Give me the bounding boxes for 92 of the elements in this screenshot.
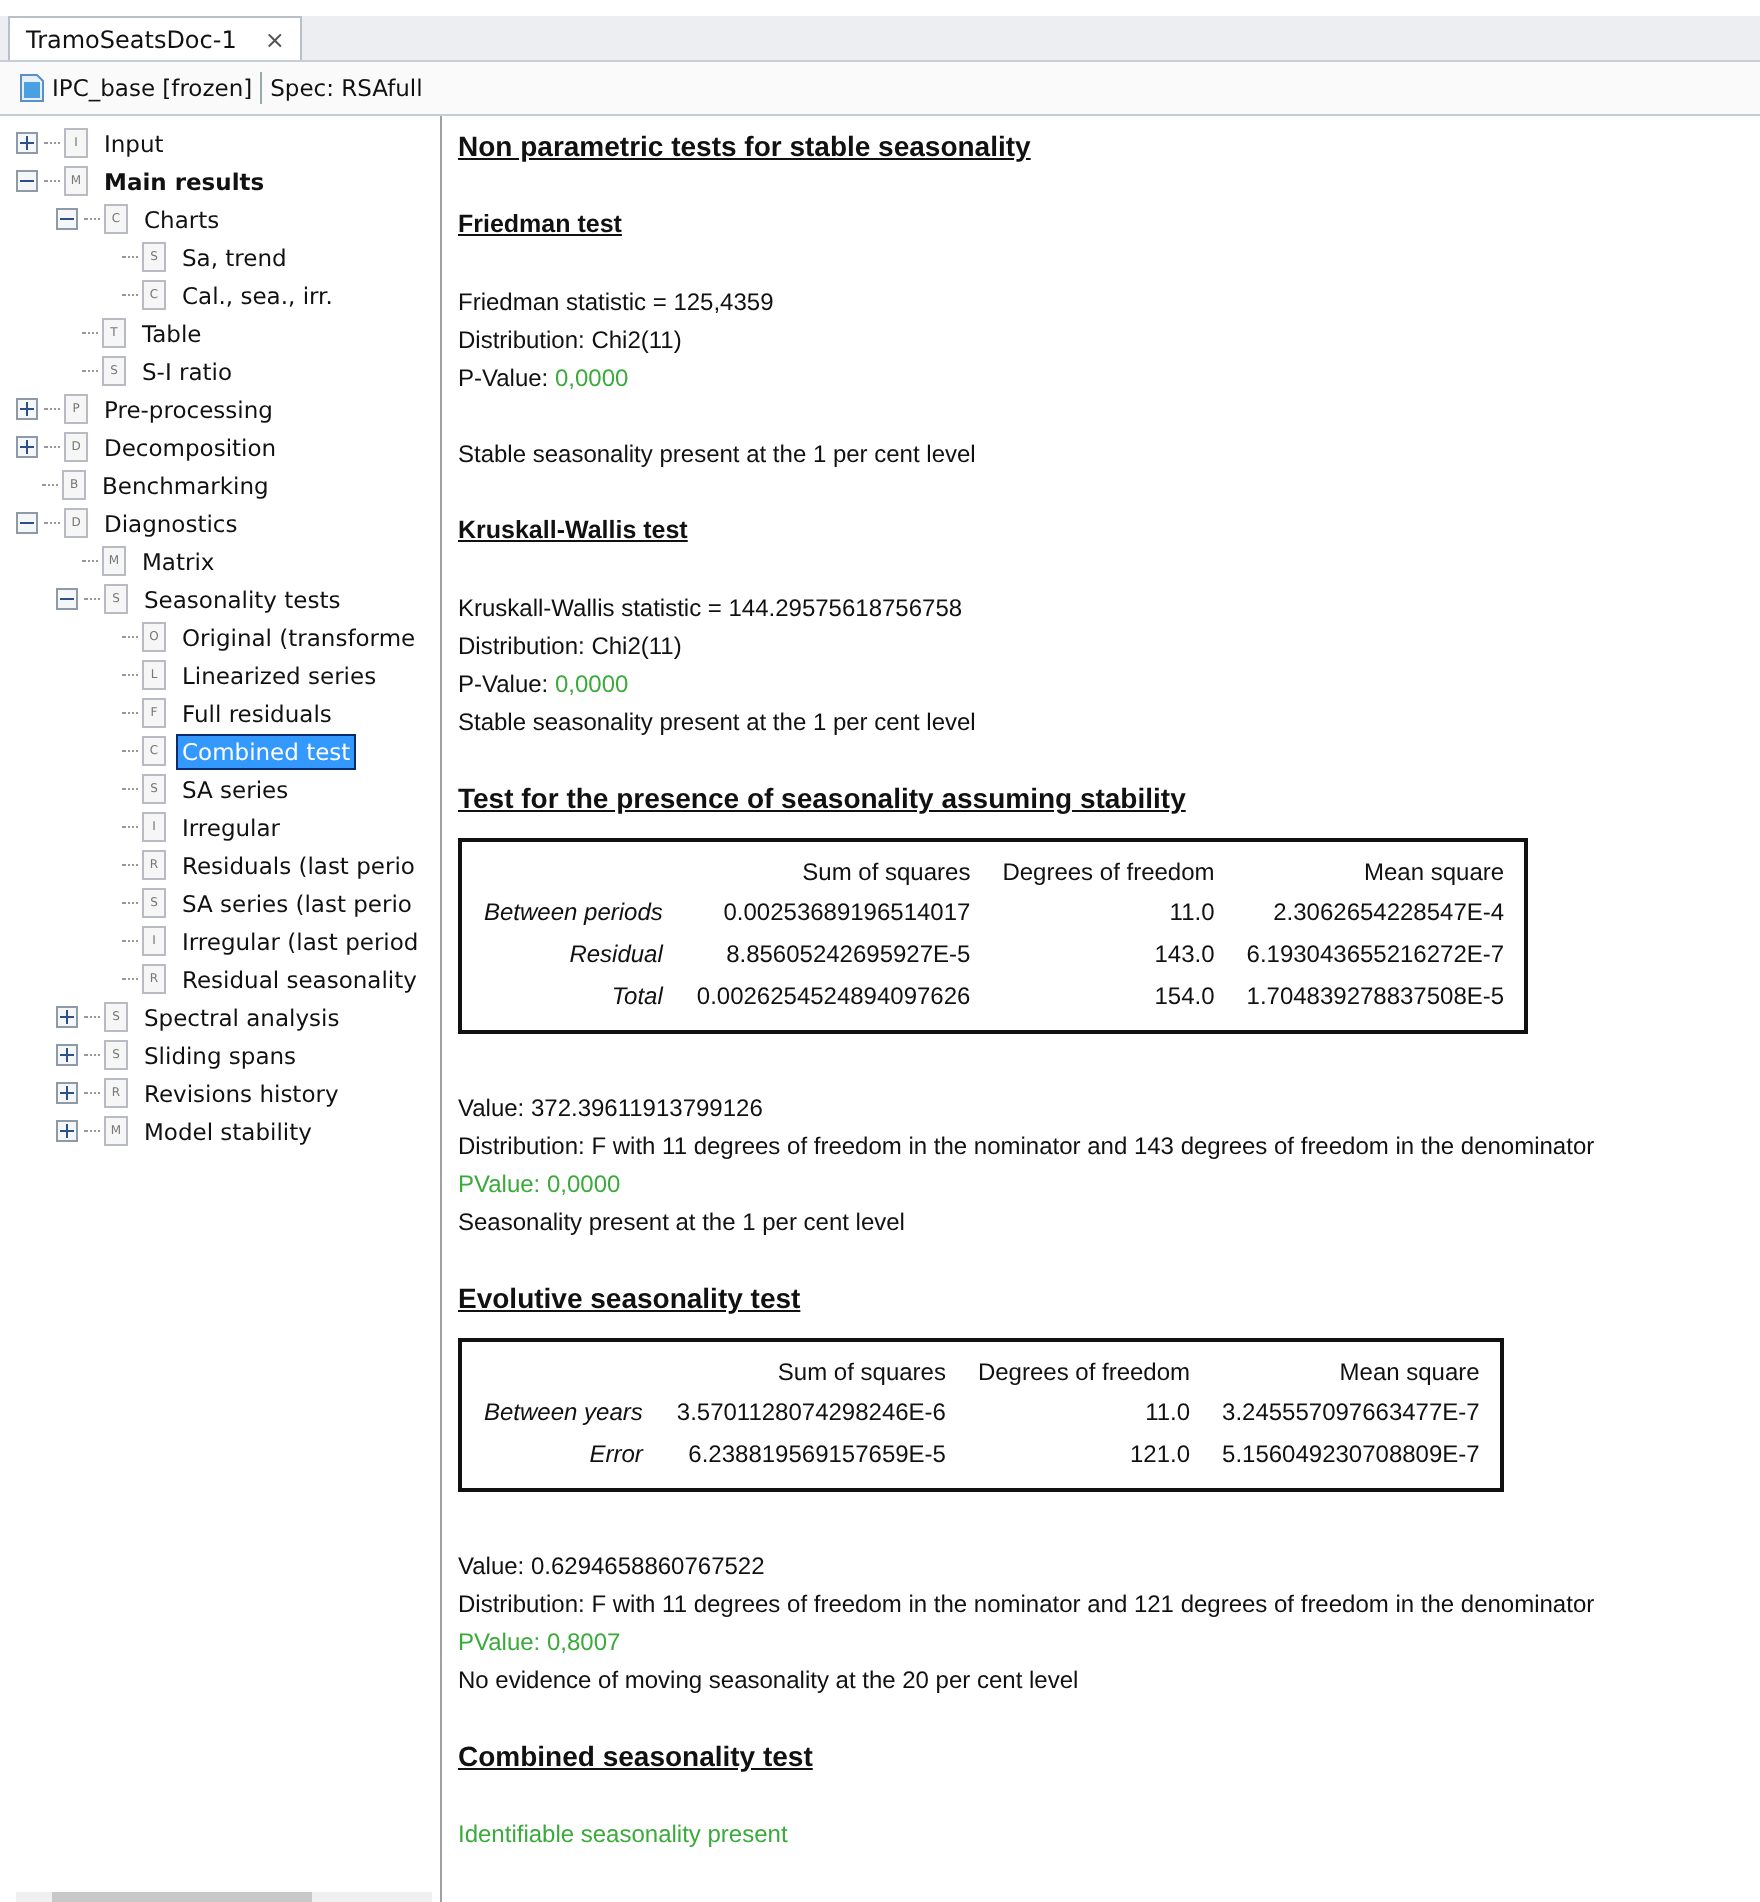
close-icon[interactable]: × <box>264 25 285 53</box>
tree-item[interactable]: Table <box>138 317 206 349</box>
tree-item[interactable]: SA series (last perio <box>178 887 416 919</box>
tree-item[interactable]: Residual seasonality <box>178 963 421 995</box>
tree-item[interactable]: Pre-processing <box>100 393 277 425</box>
tree-item[interactable]: Irregular (last period <box>178 925 423 957</box>
column-header: Mean square <box>1362 856 1505 890</box>
tree-item[interactable]: Charts <box>140 203 224 235</box>
tree-item[interactable]: Original (transforme <box>178 621 420 653</box>
tree-item[interactable]: SA series <box>178 773 293 805</box>
tree-item[interactable]: Sliding spans <box>140 1039 301 1071</box>
expand-icon[interactable] <box>56 1006 78 1028</box>
row-header: Total <box>609 980 665 1014</box>
tree-item[interactable]: S-I ratio <box>138 355 237 387</box>
table-cell-text: 6.193043655216272E-7 <box>1244 938 1505 972</box>
column-header: Sum of squares <box>775 1356 946 1390</box>
document-tab[interactable]: TramoSeatsDoc-1 × <box>8 16 303 60</box>
result-text: P-Value: 0,0000 <box>458 668 629 702</box>
row-header: Between years <box>482 1396 645 1430</box>
tree-item[interactable]: Linearized series <box>178 659 381 691</box>
tree-item[interactable]: Matrix <box>138 545 219 577</box>
table-cell-text: 0.00253689196514017 <box>721 896 971 930</box>
expand-icon[interactable] <box>16 132 38 154</box>
table-cell-text: 143.0 <box>1152 938 1215 972</box>
spec-label: Spec: RSAfull <box>270 74 423 102</box>
test-heading: Kruskall-Wallis test <box>458 514 688 548</box>
collapse-icon[interactable] <box>16 170 38 192</box>
table-cell-text: 3.5701128074298246E-6 <box>674 1396 946 1430</box>
column-header: Sum of squares <box>800 856 971 890</box>
section-heading: Combined seasonality test <box>458 1738 813 1776</box>
result-text: PValue: 0,0000 <box>458 1168 621 1202</box>
table-cell-text: 0.0026254524894097626 <box>694 980 971 1014</box>
result-text: Distribution: F with 11 degrees of freedom in the nominator and 121 degrees of freedom in the denominator <box>458 1588 1595 1622</box>
result-text: Seasonality present at the 1 per cent level <box>458 1206 905 1240</box>
tree-item[interactable]: Revisions history <box>140 1077 343 1109</box>
tree-item[interactable]: Model stability <box>140 1115 316 1147</box>
expand-icon[interactable] <box>56 1120 78 1142</box>
tree-item[interactable]: Sa, trend <box>178 241 291 273</box>
section-heading: Evolutive seasonality test <box>458 1280 801 1318</box>
table-cell-text: 11.0 <box>1143 1396 1191 1430</box>
tree-item[interactable]: Seasonality tests <box>140 583 345 615</box>
expand-icon[interactable] <box>56 1044 78 1066</box>
result-text: PValue: 0,8007 <box>458 1626 621 1660</box>
result-text: Distribution: Chi2(11) <box>458 630 682 664</box>
result-text: Stable seasonality present at the 1 per cent level <box>458 706 976 740</box>
tree-item[interactable]: Spectral analysis <box>140 1001 344 1033</box>
tree-item[interactable]: Irregular <box>178 811 285 843</box>
document-name: IPC_base [frozen] <box>52 74 253 102</box>
tree-item[interactable]: Decomposition <box>100 431 281 463</box>
tree-item[interactable]: Diagnostics <box>100 507 242 539</box>
result-text: Stable seasonality present at the 1 per cent level <box>458 438 976 472</box>
table-cell-text: 11.0 <box>1167 896 1215 930</box>
column-header: Degrees of freedom <box>975 1356 1191 1390</box>
tree-item[interactable]: Full residuals <box>178 697 336 729</box>
result-text: P-Value: 0,0000 <box>458 362 629 396</box>
section-heading: Test for the presence of seasonality assuming stability <box>458 780 1186 818</box>
column-header: Mean square <box>1337 1356 1480 1390</box>
table-cell-text: 8.85605242695927E-5 <box>724 938 971 972</box>
row-header: Between periods <box>482 896 665 930</box>
row-header: Residual <box>567 938 665 972</box>
test-heading: Friedman test <box>458 208 622 242</box>
expand-icon[interactable] <box>16 398 38 420</box>
table-cell-text: 5.156049230708809E-7 <box>1220 1438 1480 1472</box>
result-text: Value: 372.39611913799126 <box>458 1092 763 1126</box>
tree-item[interactable]: Residuals (last perio <box>178 849 419 881</box>
result-text: Distribution: F with 11 degrees of freedom in the nominator and 143 degrees of freedom in the denominator <box>458 1130 1595 1164</box>
result-text: Kruskall-Wallis statistic = 144.29575618756758 <box>458 592 963 626</box>
tree-item[interactable]: Main results <box>100 165 269 197</box>
result-text: Value: 0.6294658860767522 <box>458 1550 765 1584</box>
tree-item[interactable]: Cal., sea., irr. <box>178 279 337 311</box>
expand-icon[interactable] <box>16 436 38 458</box>
table-cell-text: 3.245557097663477E-7 <box>1220 1396 1480 1430</box>
table-cell-text: 2.3062654228547E-4 <box>1271 896 1505 930</box>
table-cell-text: 1.704839278837508E-5 <box>1244 980 1505 1014</box>
result-text: Identifiable seasonality present <box>458 1818 788 1852</box>
scrollbar[interactable] <box>16 1892 432 1902</box>
result-text: Friedman statistic = 125,4359 <box>458 286 774 320</box>
collapse-icon[interactable] <box>56 588 78 610</box>
column-header: Degrees of freedom <box>1000 856 1215 890</box>
table-cell-text: 121.0 <box>1128 1438 1191 1472</box>
result-text: No evidence of moving seasonality at the 20 per cent level <box>458 1664 1079 1698</box>
result-text: Distribution: Chi2(11) <box>458 324 682 358</box>
tree-item[interactable]: Benchmarking <box>98 469 273 501</box>
document-icon <box>20 74 44 102</box>
section-heading: Non parametric tests for stable seasonality <box>458 128 1031 166</box>
table-cell-text: 6.238819569157659E-5 <box>686 1438 946 1472</box>
tree-item[interactable]: Input <box>100 127 168 159</box>
table-cell-text: 154.0 <box>1152 980 1215 1014</box>
collapse-icon[interactable] <box>16 512 38 534</box>
expand-icon[interactable] <box>56 1082 78 1104</box>
collapse-icon[interactable] <box>56 208 78 230</box>
row-header: Error <box>587 1438 645 1472</box>
